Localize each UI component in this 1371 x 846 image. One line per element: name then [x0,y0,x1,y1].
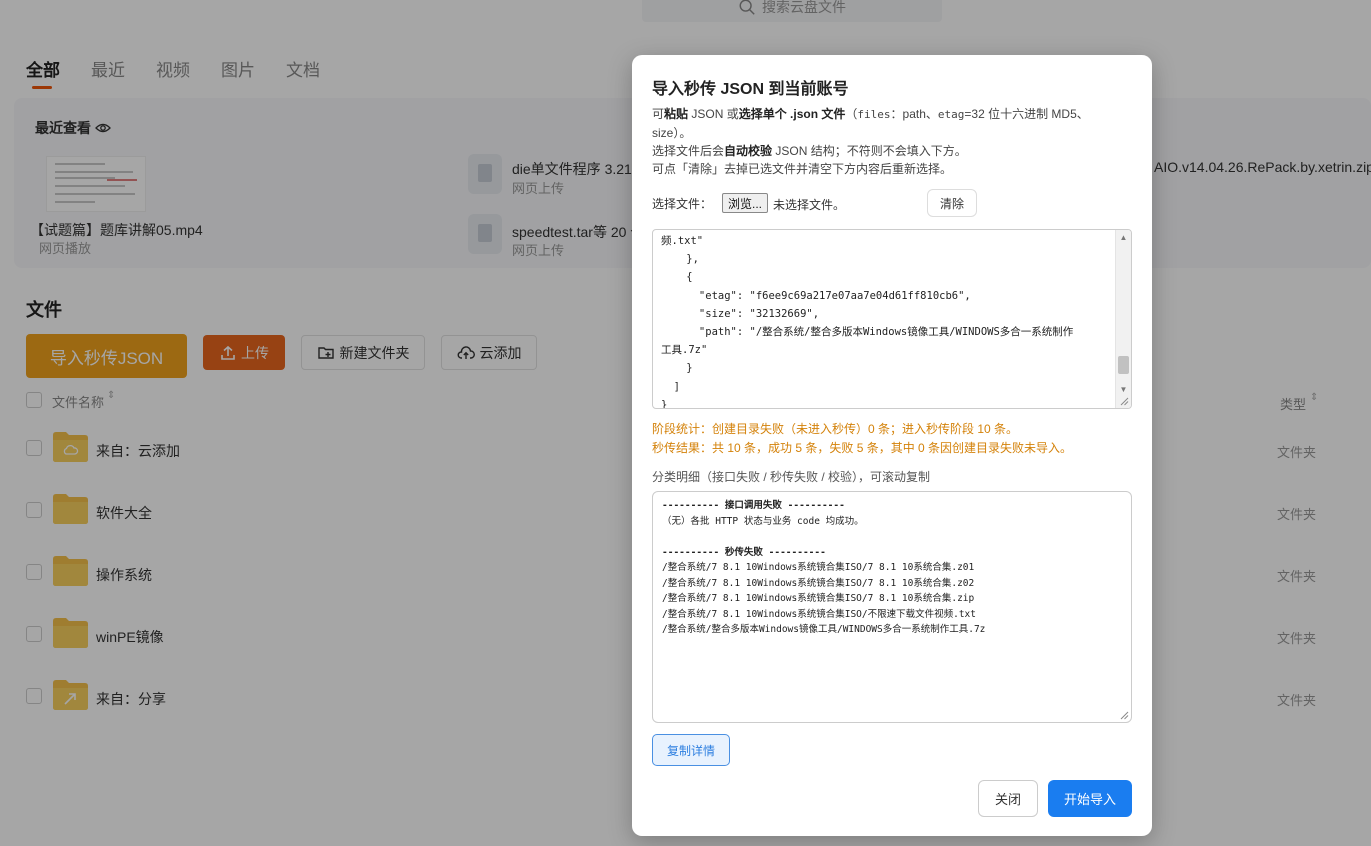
no-file-text: 未选择文件。 [773,198,846,212]
detail-content: ---------- 接口调用失败 ---------- （无）各批 HTTP … [662,498,985,638]
import-json-dialog: 导入秒传 JSON 到当前账号 可粘贴 JSON 或选择单个 .json 文件（… [632,55,1152,836]
clear-button[interactable]: 清除 [927,189,977,217]
dialog-description: 可粘贴 JSON 或选择单个 .json 文件（files：path、etag=… [652,105,1122,178]
desc-text: 可点「清除」去掉已选文件并清空下方内容后重新选择。 [652,162,953,176]
copy-details-button[interactable]: 复制详情 [652,734,730,766]
desc-text: 选择文件后会 [652,144,725,158]
import-stats: 阶段统计：创建目录失败（未进入秒传）0 条；进入秒传阶段 10 条。 秒传结果：… [652,420,1072,458]
desc-text: 可 [652,107,665,121]
resize-handle-icon[interactable] [1119,396,1129,406]
desc-code: files [857,108,891,121]
scroll-up-icon[interactable]: ▲ [1116,230,1131,244]
scroll-thumb[interactable] [1118,356,1129,374]
stats-result: 秒传结果：共 10 条，成功 5 条，失败 5 条，其中 0 条因创建目录失败未… [652,441,1073,455]
desc-bold: 自动校验 [724,144,773,158]
stats-stage: 阶段统计：创建目录失败（未进入秒传）0 条；进入秒传阶段 10 条。 [652,422,1019,436]
json-content: 频.txt" }, { "etag": "f6ee9c69a217e07aa7e… [661,235,1074,409]
detail-heading: ---------- 秒传失败 ---------- [662,546,826,558]
file-picker-label: 选择文件： [652,197,713,211]
detail-label: 分类明细（接口失败 / 秒传失败 / 校验），可滚动复制 [652,470,931,484]
dialog-title: 导入秒传 JSON 到当前账号 [652,81,849,98]
desc-text: （ [845,107,858,121]
desc-bold: 粘贴 [664,107,689,121]
detail-line: （无）各批 HTTP 状态与业务 code 均成功。 [662,515,864,527]
desc-text: JSON 结构；不符则不会填入下方。 [772,144,967,158]
start-import-button[interactable]: 开始导入 [1048,780,1132,817]
desc-bold: 选择单个 .json 文件 [738,107,846,121]
close-button[interactable]: 关闭 [978,780,1038,817]
desc-text: JSON 或 [688,107,739,121]
scroll-down-icon[interactable]: ▼ [1116,382,1131,396]
resize-handle-icon[interactable] [1119,710,1129,720]
detail-heading: ---------- 接口调用失败 ---------- [662,500,845,511]
browse-button[interactable]: 浏览... [722,193,768,213]
desc-text: ：path、 [890,107,938,121]
json-scrollbar[interactable]: ▲ ▼ [1115,230,1131,408]
detail-textarea[interactable]: ---------- 接口调用失败 ---------- （无）各批 HTTP … [652,491,1132,723]
json-textarea[interactable]: 频.txt" }, { "etag": "f6ee9c69a217e07aa7e… [652,229,1132,409]
desc-code: etag [937,108,965,121]
detail-lines: /整合系统/7 8.1 10Windows系统镜合集ISO/7 8.1 10系统… [662,562,986,635]
